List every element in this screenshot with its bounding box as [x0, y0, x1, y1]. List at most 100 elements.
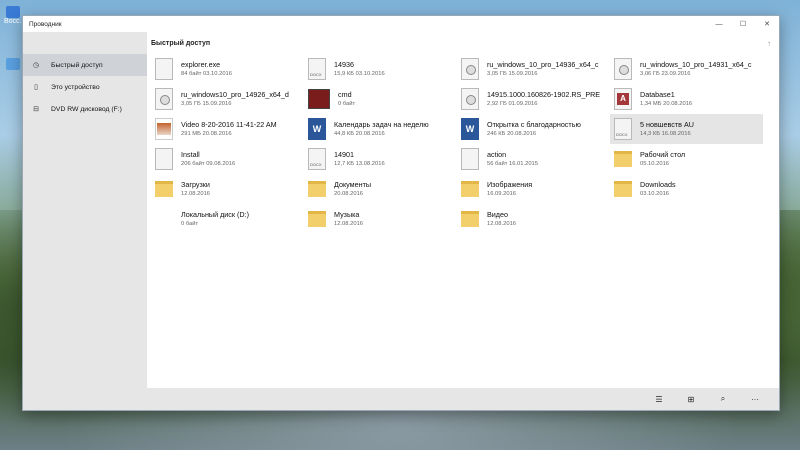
file-name: Видео — [487, 209, 508, 219]
file-tile[interactable]: ru_windows_10_pro_14936_x64_c 3,05 ГБ 15.… — [457, 54, 610, 84]
file-tile[interactable]: 5 новшевств AU14,3 КБ 16.08.2016 — [610, 114, 763, 144]
file-name: Database1 — [640, 89, 675, 99]
file-tile[interactable]: cmd 0 байт — [304, 84, 457, 114]
doc-file-icon — [461, 148, 479, 170]
video-file-icon — [155, 118, 173, 140]
file-details: 0 байт — [338, 100, 356, 107]
file-tile[interactable]: Изображения 16.09.2016 — [457, 174, 610, 204]
file-meta: 14936 15,9 КБ 03.10.2016 — [334, 60, 385, 79]
file-name: Календарь задач на неделю — [334, 119, 429, 129]
file-details: 3,05 ГБ 15.09.2016 — [181, 100, 232, 107]
file-tile[interactable]: W Открытка с благодарностью 246 КБ 20.08.2… — [457, 114, 610, 144]
file-name: explorer.exe — [181, 59, 221, 69]
file-meta: ru_windows10_pro_14926_x64_d 3,05 ГБ 15.0… — [181, 90, 289, 109]
word-file-icon: W — [461, 118, 479, 140]
file-tile[interactable]: Video 8-20-2016 11-41-22 AM 291 МБ 20.08.… — [151, 114, 304, 144]
file-name: Открытка с благодарностью — [487, 119, 581, 129]
file-meta: Документы 20.08.2016 — [334, 180, 371, 199]
search-icon[interactable]: ⌕ — [707, 394, 739, 404]
clock-icon: ◷ — [32, 62, 40, 69]
maximize-button[interactable]: ☐ — [731, 20, 755, 28]
sidebar-item-label: Быстрый доступ — [51, 61, 103, 69]
word-file-icon: W — [308, 118, 326, 140]
navigation-pane: ◷ Быстрый доступ ▯ Это устройство ⊟ DVD … — [23, 32, 147, 410]
folder-file-icon — [461, 211, 479, 227]
file-name: Документы — [334, 179, 372, 189]
access-file-icon — [614, 88, 632, 110]
list-view-icon[interactable]: ☰ — [643, 395, 675, 404]
file-name: Video 8-20-2016 11-41-22 AM — [181, 119, 277, 129]
file-tile[interactable]: Музыка 12.08.2016 — [304, 204, 457, 234]
file-tile[interactable]: 1493615,9 КБ 03.10.2016 — [304, 54, 457, 84]
file-name: cmd — [338, 89, 352, 99]
file-details: 15,9 КБ 03.10.2016 — [334, 70, 385, 77]
file-name: 14901 — [334, 149, 354, 159]
grid-view-icon[interactable]: ⊞ — [675, 395, 707, 404]
doc-file-icon — [155, 148, 173, 170]
iso-file-icon — [461, 58, 479, 80]
folder-file-icon — [614, 181, 632, 197]
sidebar-item-dvd-drive[interactable]: ⊟ DVD RW дисковод (F:) — [23, 98, 147, 120]
file-meta: 14915.1000.160826-1902.RS_PRE 2,92 ГБ 01.… — [487, 90, 600, 109]
file-details: 12.08.2016 — [181, 190, 211, 197]
file-meta: 5 новшевств AU 14,3 КБ 16.08.2016 — [640, 120, 694, 139]
file-tile[interactable]: Downloads 03.10.2016 — [610, 174, 763, 204]
close-button[interactable]: ✕ — [755, 20, 779, 28]
file-tile[interactable]: W Календарь задач на неделю 44,8 КБ 20.08.… — [304, 114, 457, 144]
file-meta: Загрузки 12.08.2016 — [181, 180, 210, 199]
file-tile[interactable]: explorer.exe 84 байт 03.10.2016 — [151, 54, 304, 84]
file-meta: action 56 байт 16.01.2015 — [487, 150, 538, 169]
file-meta: Рабочий стол 05.10.2016 — [640, 150, 685, 169]
file-tile[interactable]: Database11,34 МБ 20.08.2016 — [610, 84, 763, 114]
file-tile[interactable]: Install 206 байт 09.08.2016 — [151, 144, 304, 174]
file-details: 291 МБ 20.08.2016 — [181, 130, 232, 137]
file-tile[interactable]: Загрузки 12.08.2016 — [151, 174, 304, 204]
file-details: 12.08.2016 — [487, 220, 517, 227]
file-tile[interactable]: ru_windows10_pro_14926_x64_d 3,05 ГБ 15.0… — [151, 84, 304, 114]
file-meta: Видео 12.08.2016 — [487, 210, 516, 229]
file-tile[interactable]: 1490112,7 КБ 13.08.2016 — [304, 144, 457, 174]
file-tile[interactable]: Локальный диск (D:) 0 байт — [151, 204, 304, 234]
file-details: 3,05 ГБ 15.09.2016 — [487, 70, 538, 77]
file-details: 84 байт 03.10.2016 — [181, 70, 232, 77]
file-name: 14915.1000.160826-1902.RS_PRE — [487, 89, 601, 99]
file-tile[interactable]: action 56 байт 16.01.2015 — [457, 144, 610, 174]
shortcut-icon — [6, 58, 20, 70]
file-details: 12.08.2016 — [334, 220, 364, 227]
file-tile[interactable]: ru_windows_10_pro_14931_x64_c 3,06 ГБ 23.… — [610, 54, 763, 84]
file-meta: Открытка с благодарностью 246 КБ 20.08.20… — [487, 120, 581, 139]
desktop-shortcut[interactable]: Восс... — [4, 6, 25, 25]
file-meta: 14901 12,7 КБ 13.08.2016 — [334, 150, 385, 169]
doc-file-icon — [155, 58, 173, 80]
location-header: Быстрый доступ ↑ — [147, 32, 779, 54]
file-meta: ru_windows_10_pro_14936_x64_c 3,05 ГБ 15.… — [487, 60, 599, 79]
more-icon[interactable]: ··· — [739, 395, 771, 404]
file-meta: Календарь задач на неделю 44,8 КБ 20.08.2… — [334, 120, 429, 139]
file-details: 2,92 ГБ 01.09.2016 — [487, 100, 538, 107]
folder-file-icon — [461, 181, 479, 197]
file-details: 206 байт 09.08.2016 — [181, 160, 236, 167]
file-meta: ru_windows_10_pro_14931_x64_c 3,06 ГБ 23.… — [640, 60, 752, 79]
file-name: Install — [181, 149, 200, 159]
file-meta: Изображения 16.09.2016 — [487, 180, 532, 199]
file-details: 1,34 МБ 20.08.2016 — [640, 100, 693, 107]
minimize-button[interactable]: — — [707, 21, 731, 28]
disc-drive-icon: ⊟ — [33, 106, 39, 113]
file-tile[interactable]: Рабочий стол 05.10.2016 — [610, 144, 763, 174]
file-tile[interactable]: Видео 12.08.2016 — [457, 204, 610, 234]
iso-file-icon — [614, 58, 632, 80]
sidebar-item-this-device[interactable]: ▯ Это устройство — [23, 76, 147, 98]
sidebar-item-quick-access[interactable]: ◷ Быстрый доступ — [23, 54, 147, 76]
file-grid: explorer.exe84 байт 03.10.2016 1493615,9 … — [151, 54, 775, 234]
file-details: 14,3 КБ 16.08.2016 — [640, 130, 691, 137]
up-arrow-icon[interactable]: ↑ — [759, 39, 779, 48]
desktop-shortcut-2[interactable] — [4, 58, 22, 70]
file-tile[interactable]: Документы 20.08.2016 — [304, 174, 457, 204]
docx-file-icon — [308, 58, 326, 80]
file-meta: Локальный диск (D:) 0 байт — [181, 210, 249, 229]
file-tile[interactable]: 14915.1000.160826-1902.RS_PRE 2,92 ГБ 01.… — [457, 84, 610, 114]
file-details: 3,06 ГБ 23.09.2016 — [640, 70, 691, 77]
file-name: Рабочий стол — [640, 149, 686, 159]
file-name: action — [487, 149, 507, 159]
